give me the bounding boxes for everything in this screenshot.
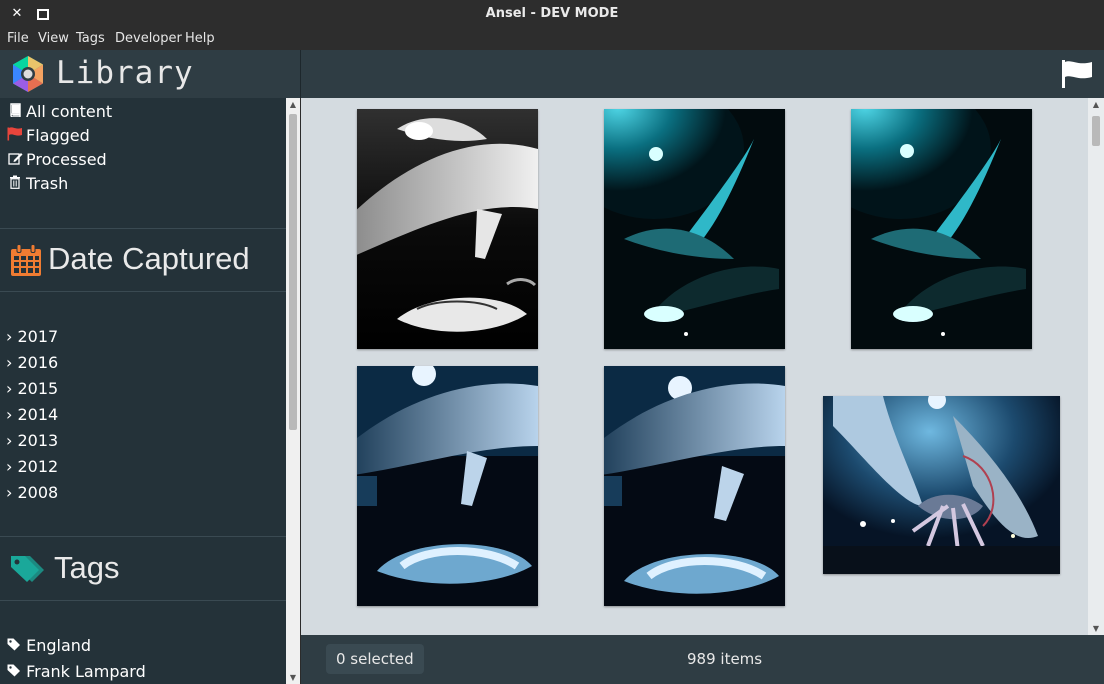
nav-all-content[interactable]: All content bbox=[7, 102, 112, 121]
menu-view[interactable]: View bbox=[38, 31, 69, 46]
photo-whale-squid[interactable] bbox=[823, 396, 1060, 574]
tag-icon bbox=[7, 662, 26, 681]
selected-count-badge: 0 selected bbox=[326, 644, 424, 674]
window-title: Ansel - DEV MODE bbox=[485, 6, 619, 21]
divider bbox=[0, 291, 286, 292]
title-bar: ✕ Ansel - DEV MODE bbox=[0, 0, 1104, 28]
calendar-icon bbox=[11, 244, 41, 276]
year-label: 2016 bbox=[17, 353, 59, 372]
nav-trash[interactable]: Trash bbox=[7, 174, 68, 193]
year-label: 2017 bbox=[17, 327, 59, 346]
sidebar-content: All content Flagged Processed Trash Date… bbox=[0, 98, 286, 684]
photo-blue-whale-1[interactable] bbox=[357, 366, 538, 606]
chevron-right-icon: › bbox=[6, 379, 13, 398]
nav-flagged[interactable]: Flagged bbox=[7, 126, 90, 145]
divider bbox=[0, 228, 286, 229]
chevron-right-icon: › bbox=[6, 327, 13, 346]
tag-label: Frank Lampard bbox=[26, 662, 146, 681]
year-item-2014[interactable]: › 2014 bbox=[6, 405, 58, 424]
library-header: Library bbox=[0, 50, 301, 98]
scroll-up-arrow-icon[interactable]: ▲ bbox=[1089, 100, 1103, 109]
sidebar-scroll-thumb[interactable] bbox=[289, 114, 297, 430]
chevron-right-icon: › bbox=[6, 405, 13, 424]
menu-help[interactable]: Help bbox=[185, 31, 215, 46]
nav-flagged-label: Flagged bbox=[26, 126, 90, 145]
photo-grid bbox=[301, 98, 1088, 635]
tags-icon bbox=[11, 556, 44, 582]
grid-scrollbar[interactable]: ▲ ▼ bbox=[1088, 98, 1104, 635]
menu-tags[interactable]: Tags bbox=[76, 31, 105, 46]
photo-teal-orca-2[interactable] bbox=[851, 109, 1032, 349]
tag-item-frank-lampard[interactable]: Frank Lampard bbox=[7, 662, 146, 681]
tags-heading: Tags bbox=[54, 550, 120, 585]
nav-processed[interactable]: Processed bbox=[7, 150, 107, 169]
status-bar: 0 selected 989 items bbox=[301, 635, 1104, 684]
scroll-down-arrow-icon[interactable]: ▼ bbox=[1089, 624, 1103, 633]
edit-icon bbox=[7, 151, 23, 169]
grid-scroll-thumb[interactable] bbox=[1092, 116, 1100, 146]
trash-icon bbox=[7, 175, 23, 193]
nav-processed-label: Processed bbox=[26, 150, 107, 169]
nav-trash-label: Trash bbox=[26, 174, 69, 193]
menu-developer[interactable]: Developer bbox=[115, 31, 182, 46]
chevron-right-icon: › bbox=[6, 483, 13, 502]
year-item-2016[interactable]: › 2016 bbox=[6, 353, 58, 372]
year-label: 2013 bbox=[17, 431, 59, 450]
chevron-right-icon: › bbox=[6, 431, 13, 450]
photo-blue-whale-2[interactable] bbox=[604, 366, 785, 606]
library-title: Library bbox=[56, 55, 194, 91]
menu-bar: File View Tags Developer Help bbox=[0, 28, 1104, 50]
year-item-2008[interactable]: › 2008 bbox=[6, 483, 58, 502]
sidebar-scrollbar[interactable]: ▲ ▼ bbox=[286, 98, 300, 684]
year-label: 2012 bbox=[17, 457, 59, 476]
photo-teal-orca-1[interactable] bbox=[604, 109, 785, 349]
photo-bw-whale[interactable] bbox=[357, 109, 538, 349]
date-captured-heading: Date Captured bbox=[48, 241, 250, 276]
year-item-2015[interactable]: › 2015 bbox=[6, 379, 58, 398]
tag-label: England bbox=[26, 636, 92, 655]
divider bbox=[0, 600, 286, 601]
scroll-down-arrow-icon[interactable]: ▼ bbox=[286, 673, 300, 682]
chevron-right-icon: › bbox=[6, 457, 13, 476]
year-label: 2015 bbox=[17, 379, 59, 398]
menu-file[interactable]: File bbox=[7, 31, 29, 46]
ansel-logo-icon bbox=[13, 56, 43, 92]
year-label: 2014 bbox=[17, 405, 59, 424]
tag-item-england[interactable]: England bbox=[7, 636, 91, 655]
divider bbox=[0, 536, 286, 537]
main-toolbar bbox=[301, 50, 1104, 98]
year-item-2017[interactable]: › 2017 bbox=[6, 327, 58, 346]
book-icon bbox=[7, 103, 23, 121]
flag-filter-icon[interactable] bbox=[1060, 59, 1094, 89]
items-count: 989 items bbox=[687, 650, 763, 668]
year-item-2013[interactable]: › 2013 bbox=[6, 431, 58, 450]
nav-all-content-label: All content bbox=[26, 102, 113, 121]
year-label: 2008 bbox=[17, 483, 59, 502]
scroll-up-arrow-icon[interactable]: ▲ bbox=[286, 100, 300, 109]
tag-icon bbox=[7, 636, 26, 655]
flag-icon bbox=[7, 127, 23, 145]
chevron-right-icon: › bbox=[6, 353, 13, 372]
sidebar: Library All content Flagged Processed Tr… bbox=[0, 50, 301, 684]
year-item-2012[interactable]: › 2012 bbox=[6, 457, 58, 476]
